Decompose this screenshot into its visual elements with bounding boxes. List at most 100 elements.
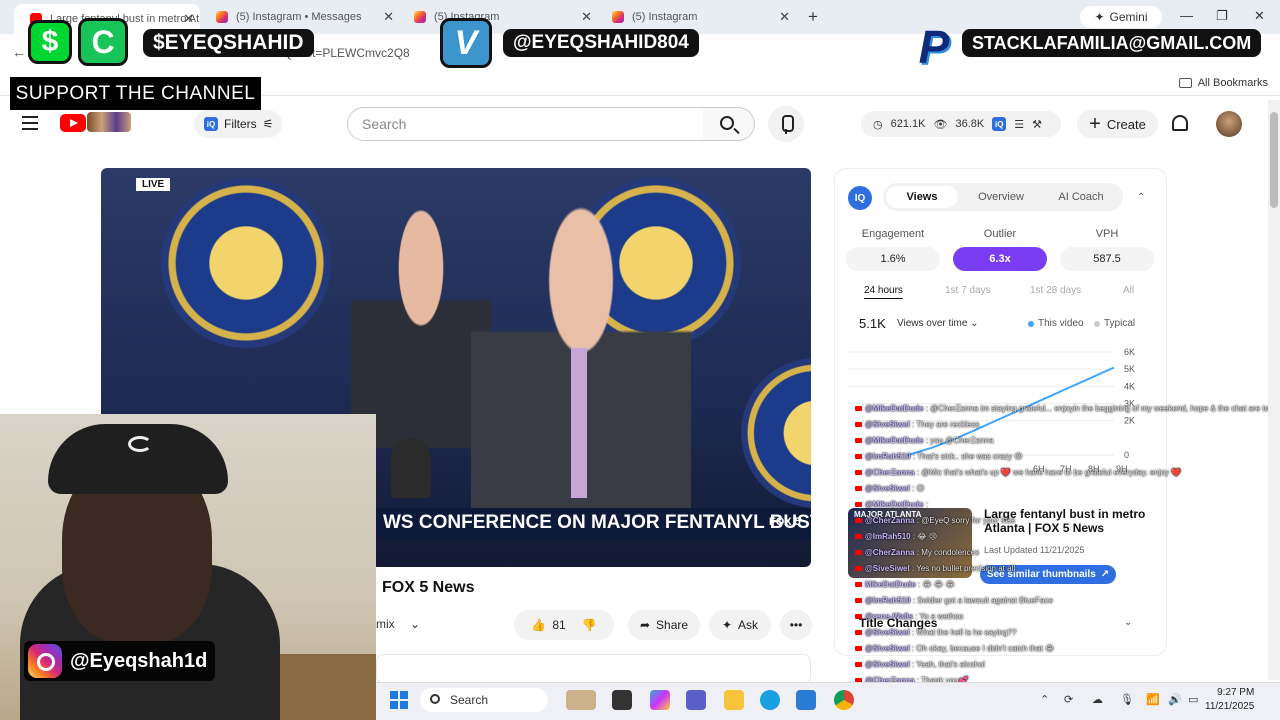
chat-username: @MikeDatDude [865, 436, 924, 445]
notifications-bell-icon[interactable] [1172, 115, 1188, 131]
chat-text: : Soldier got a lawsuit against BlueFace [910, 596, 1053, 605]
chevron-down-icon[interactable]: ⌄ [1124, 617, 1132, 628]
task-view-icon[interactable] [612, 690, 632, 710]
taskbar-clock[interactable]: 9:27 PM 11/21/2025 [1205, 686, 1254, 714]
gemini-label: Gemini [1109, 10, 1148, 24]
tray-battery-icon[interactable]: ▭ [1188, 693, 1198, 706]
ask-button[interactable]: ✦ Ask [709, 610, 771, 640]
chat-text: : Yes no bullet precision at all [909, 564, 1016, 573]
chat-message: @SiveSiwel : 😐 [855, 484, 925, 493]
chat-text: : [923, 500, 928, 509]
more-actions-button[interactable]: ••• [780, 610, 812, 640]
tab-title: (5) Instagram • Messages [236, 11, 362, 23]
chat-message: MikeDatDude : 😂 😂 😂 [855, 580, 955, 589]
cash-app-dollar-icon: $ [28, 20, 72, 64]
live-badge: LIVE [136, 178, 171, 191]
youtube-badge-icon [855, 422, 862, 427]
range-24-hours[interactable]: 24 hours [864, 285, 903, 296]
youtube-logo-icon[interactable] [60, 114, 86, 132]
all-bookmarks-button[interactable]: All Bookmarks [1178, 77, 1268, 89]
close-tab-icon[interactable]: ✕ [383, 9, 394, 25]
chat-text: : Yeah, that's alcohol [909, 660, 986, 669]
tray-cloud-icon[interactable]: ☁ [1092, 693, 1103, 706]
create-button[interactable]: + Create [1077, 110, 1158, 138]
youtube-badge-icon [855, 518, 862, 523]
search-button[interactable] [703, 107, 755, 141]
filters-button[interactable]: iQ Filters ⚟ [194, 110, 282, 138]
chat-message: @CherZanna : My condolences [855, 548, 979, 557]
legend-dot [1094, 320, 1100, 327]
fbi-seal [161, 178, 331, 348]
tray-volume-icon[interactable]: 🔊 [1168, 693, 1182, 706]
close-tab-icon[interactable]: ✕ [183, 11, 194, 27]
plus-icon: + [1089, 113, 1101, 135]
description-box[interactable] [376, 654, 811, 684]
thumbs-down-icon[interactable]: 👎 [582, 618, 597, 632]
collapse-chevron-icon[interactable]: ⌃ [1137, 192, 1145, 203]
close-window-icon[interactable]: ✕ [1254, 8, 1265, 24]
tab-views[interactable]: Views [886, 186, 958, 208]
teams-icon[interactable] [686, 690, 706, 710]
windows-start-icon[interactable] [390, 691, 408, 709]
edge-icon[interactable] [760, 690, 780, 710]
tray-wifi-icon[interactable]: 📶 [1146, 693, 1160, 706]
like-dislike-group[interactable]: 👍 81 👎 [514, 610, 614, 640]
youtube-badge-icon [855, 502, 862, 507]
instagram-handle-banner: @Eyeqshah1d [24, 641, 216, 681]
podium-microphone [391, 438, 431, 498]
tray-chevron-icon[interactable]: ⌃ [1040, 693, 1049, 706]
mix-chip[interactable]: mix ⌄ [376, 617, 420, 631]
tray-sync-icon[interactable]: ⟳ [1064, 693, 1073, 706]
range-all[interactable]: All [1123, 285, 1134, 296]
search-input[interactable]: Search [347, 107, 704, 141]
store-icon[interactable] [796, 690, 816, 710]
chart-metric-select[interactable]: Views over time ⌄ [897, 318, 979, 329]
tab-instagram-messages[interactable]: (5) Instagram • Messages ✕ [216, 6, 394, 28]
gemini-button[interactable]: ✦ Gemini [1080, 6, 1162, 28]
youtube-doodle[interactable] [87, 112, 131, 132]
share-button[interactable]: ➦ Share [628, 610, 700, 640]
tab-overview[interactable]: Overview [964, 186, 1038, 208]
voice-search-icon[interactable] [768, 106, 804, 142]
close-tab-icon[interactable]: ✕ [581, 9, 592, 25]
back-arrow-icon[interactable]: ← [12, 44, 26, 60]
clock-time: 9:27 PM [1217, 687, 1255, 698]
minimize-icon[interactable]: — [1180, 8, 1193, 23]
youtube-badge-icon [855, 550, 862, 555]
chat-text: : @EyeQ sorry for your loss [914, 516, 1016, 525]
tray-mic-icon[interactable]: 🎙 [1120, 693, 1134, 706]
cashapp-handle: $EYEQSHAHID [143, 29, 314, 57]
chat-username: @SiveSiwel [865, 628, 910, 637]
scrollbar-thumb[interactable] [1270, 112, 1278, 208]
account-avatar[interactable] [1216, 111, 1242, 137]
tab-ai-coach[interactable]: AI Coach [1044, 186, 1118, 208]
view-count: 36.8K [955, 118, 985, 130]
channel-stats-pill[interactable]: ◷ 621.1K 👁 36.8K iQ ☰ ⚒ [861, 111, 1061, 137]
maximize-icon[interactable]: ❐ [1216, 8, 1228, 24]
widgets-icon[interactable] [566, 690, 596, 710]
like-count: 81 [552, 618, 566, 632]
folder-icon [1178, 78, 1192, 88]
range-first-28-days[interactable]: 1st 28 days [1030, 285, 1081, 296]
youtube-badge-icon [855, 662, 862, 667]
file-explorer-icon[interactable] [724, 690, 744, 710]
range-first-7-days[interactable]: 1st 7 days [945, 285, 991, 296]
vidiq-logo-icon: IQ [848, 186, 872, 210]
chat-text: : 😂 😢 [910, 532, 938, 541]
filters-label: Filters [224, 117, 257, 131]
legend-dot [1028, 320, 1034, 327]
chrome-icon[interactable] [834, 690, 854, 710]
tab-instagram-3[interactable]: (5) Instagram ✕ [612, 6, 790, 28]
new-tab-button[interactable]: + [808, 7, 818, 27]
copilot-icon[interactable] [650, 690, 670, 710]
menu-icon[interactable] [22, 116, 38, 130]
close-tab-icon[interactable]: ✕ [779, 9, 790, 25]
chat-message: @SiveSiwel : Oh okay, because I didn't c… [855, 644, 1054, 653]
instagram-favicon-icon [414, 11, 426, 23]
chat-text: : They are reckless [909, 420, 980, 429]
taskbar-search[interactable]: Search [420, 688, 548, 712]
chat-message: @MikeDatDude : you @CherZanna [855, 436, 993, 445]
thumbs-up-icon[interactable]: 👍 [531, 618, 546, 632]
outlier-label: Outlier [983, 228, 1017, 240]
y-tick-label: 6K [1124, 347, 1135, 357]
